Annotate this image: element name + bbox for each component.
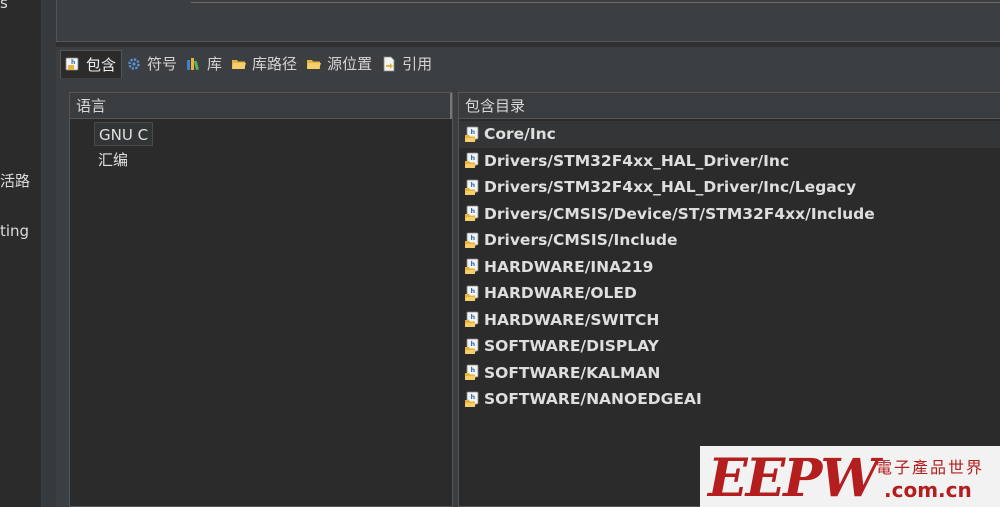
tab-label: 引用 xyxy=(402,55,433,73)
svg-text:h: h xyxy=(470,340,475,348)
include-directory-row[interactable]: h Drivers/CMSIS/Device/ST/STM32F4xx/Inclu… xyxy=(459,201,1000,228)
sidebar-fragment[interactable]: s xyxy=(0,0,8,12)
gear-icon xyxy=(125,55,143,73)
include-folder-icon: h xyxy=(463,284,481,302)
include-directories-column-header[interactable]: 包含目录 xyxy=(459,93,1000,119)
include-directory-path: Drivers/CMSIS/Include xyxy=(484,231,678,250)
include-directory-row[interactable]: h HARDWARE/SWITCH xyxy=(459,307,1000,334)
svg-text:h: h xyxy=(470,128,475,136)
folder-icon xyxy=(305,55,323,73)
top-panel xyxy=(56,0,1000,42)
include-folder-icon: h xyxy=(463,152,481,170)
tab-bar: h 包含 符号 库 库路径 源位置 引用 xyxy=(56,47,1000,80)
include-directory-path: Drivers/STM32F4xx_HAL_Driver/Inc xyxy=(484,151,790,170)
include-folder-icon: h xyxy=(463,337,481,355)
include-directory-path: HARDWARE/INA219 xyxy=(484,257,654,276)
language-item[interactable]: GNU C xyxy=(94,122,154,146)
svg-text:h: h xyxy=(470,154,475,162)
tab-label: 库 xyxy=(207,55,223,73)
svg-text:h: h xyxy=(470,181,475,189)
languages-column-header[interactable]: 语言 xyxy=(70,93,452,119)
sidebar-fragment[interactable]: 活路 xyxy=(0,170,30,191)
include-folder-icon: h xyxy=(463,231,481,249)
tab-label: 符号 xyxy=(147,55,178,73)
include-directory-path: HARDWARE/OLED xyxy=(484,284,637,303)
include-directory-path: Drivers/CMSIS/Device/ST/STM32F4xx/Includ… xyxy=(484,204,875,223)
include-directory-path: Drivers/STM32F4xx_HAL_Driver/Inc/Legacy xyxy=(484,178,857,197)
include-directory-path: SOFTWARE/NANOEDGEAI xyxy=(484,390,702,409)
tab-library-paths[interactable]: 库路径 xyxy=(227,50,302,78)
folder-icon xyxy=(230,55,248,73)
tab-includes[interactable]: h 包含 xyxy=(60,49,123,78)
include-directories-pane: 包含目录 h Core/Inc h Drivers/STM32F4xx_HAL_Dri… xyxy=(458,92,1000,507)
tab-label: 源位置 xyxy=(327,55,373,73)
watermark-url: .com.cn xyxy=(884,478,972,502)
svg-text:h: h xyxy=(470,234,475,242)
svg-text:h: h xyxy=(71,59,75,66)
include-directory-row[interactable]: h SOFTWARE/DISPLAY xyxy=(459,333,1000,360)
tab-symbols[interactable]: 符号 xyxy=(122,50,182,78)
watermark-subtitle: 電子產品世界 xyxy=(876,458,985,477)
svg-text:h: h xyxy=(470,393,475,401)
include-icon: h xyxy=(64,55,82,73)
include-directory-row[interactable]: h HARDWARE/INA219 xyxy=(459,254,1000,281)
languages-header-label: 语言 xyxy=(76,97,107,115)
language-item[interactable]: 汇编 xyxy=(94,148,132,172)
include-header-label: 包含目录 xyxy=(465,97,526,115)
include-directory-row[interactable]: h Core/Inc xyxy=(459,121,1000,148)
include-directories-list: h Core/Inc h Drivers/STM32F4xx_HAL_Driver/I… xyxy=(459,121,1000,413)
tab-content: 语言 GNU C 汇编 包含目录 h Core/Inc h Drivers/STM32… xyxy=(56,80,1000,507)
svg-text:h: h xyxy=(470,260,475,268)
include-folder-icon: h xyxy=(463,364,481,382)
column-divider xyxy=(450,93,452,119)
include-folder-icon: h xyxy=(463,258,481,276)
left-sidebar: s 活路 ting xyxy=(0,0,42,507)
sidebar-splitter[interactable] xyxy=(42,0,56,507)
sidebar-fragment[interactable]: ting xyxy=(0,222,29,240)
include-folder-icon: h xyxy=(463,125,481,143)
include-directory-row[interactable]: h Drivers/STM32F4xx_HAL_Driver/Inc xyxy=(459,148,1000,175)
watermark-logo: EEPW xyxy=(708,448,879,507)
include-directory-row[interactable]: h Drivers/CMSIS/Include xyxy=(459,227,1000,254)
top-text-field[interactable] xyxy=(191,0,1000,3)
library-icon xyxy=(185,55,203,73)
include-directory-row[interactable]: h HARDWARE/OLED xyxy=(459,280,1000,307)
svg-text:h: h xyxy=(470,287,475,295)
include-directory-row[interactable]: h SOFTWARE/NANOEDGEAI xyxy=(459,386,1000,413)
include-directory-path: Core/Inc xyxy=(484,125,556,144)
svg-text:h: h xyxy=(470,313,475,321)
languages-pane: 语言 GNU C 汇编 xyxy=(69,92,453,507)
tab-libraries[interactable]: 库 xyxy=(182,50,227,78)
reference-icon xyxy=(380,55,398,73)
include-folder-icon: h xyxy=(463,311,481,329)
include-folder-icon: h xyxy=(463,205,481,223)
tab-label: 包含 xyxy=(86,55,117,74)
tab-references[interactable]: 引用 xyxy=(377,50,437,78)
include-folder-icon: h xyxy=(463,390,481,408)
tab-source-locations[interactable]: 源位置 xyxy=(302,50,377,78)
svg-text:h: h xyxy=(470,366,475,374)
include-directory-path: HARDWARE/SWITCH xyxy=(484,310,660,329)
include-directory-row[interactable]: h Drivers/STM32F4xx_HAL_Driver/Inc/Legacy xyxy=(459,174,1000,201)
include-directory-path: SOFTWARE/DISPLAY xyxy=(484,337,659,356)
tab-label: 库路径 xyxy=(252,55,298,73)
include-folder-icon: h xyxy=(463,178,481,196)
eepw-watermark: EEPW 電子產品世界 .com.cn xyxy=(700,446,1000,507)
svg-text:h: h xyxy=(470,207,475,215)
include-directory-row[interactable]: h SOFTWARE/KALMAN xyxy=(459,360,1000,387)
include-directory-path: SOFTWARE/KALMAN xyxy=(484,363,661,382)
